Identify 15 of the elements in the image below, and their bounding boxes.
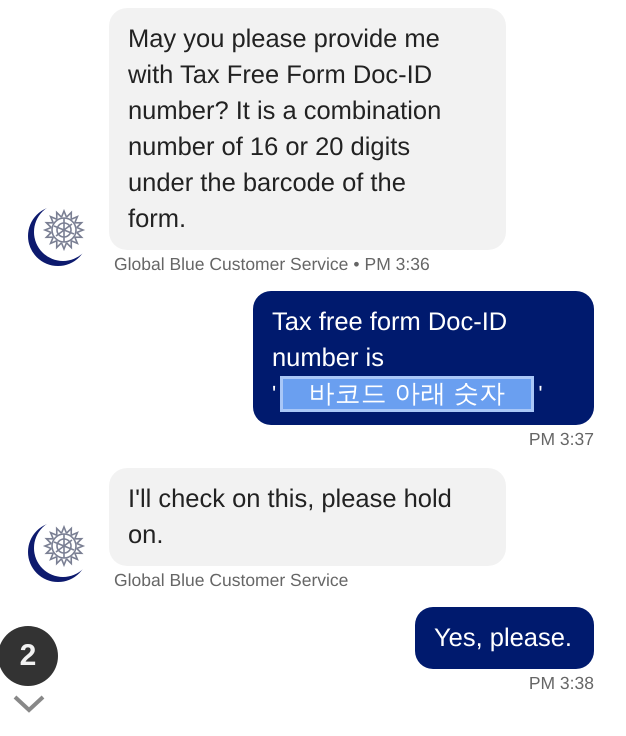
sender-name: Global Blue Customer Service bbox=[114, 254, 348, 274]
message-text: May you please provide me with Tax Free Form Doc-ID number? It is a combination number of 16 or 20 digits under the barcode of the form. bbox=[128, 24, 442, 235]
separator-dot: • bbox=[353, 254, 360, 274]
highlighted-text: 바코드 아래 숫자 bbox=[280, 376, 534, 412]
sender-name: Global Blue Customer Service bbox=[114, 570, 348, 590]
message-time: PM 3:36 bbox=[364, 254, 430, 274]
chevron-down-icon[interactable] bbox=[12, 694, 46, 714]
message-time: PM 3:37 bbox=[528, 429, 594, 449]
quote-mark: ' bbox=[272, 380, 276, 408]
message-time: PM 3:38 bbox=[528, 673, 594, 693]
message-text: Tax free form Doc-ID number is bbox=[272, 307, 508, 374]
quote-mark: ' bbox=[538, 380, 543, 408]
unread-count-badge[interactable]: 2 bbox=[0, 626, 58, 686]
message-text: I'll check on this, please hold on. bbox=[128, 484, 453, 551]
message-text: Yes, please. bbox=[434, 623, 572, 654]
